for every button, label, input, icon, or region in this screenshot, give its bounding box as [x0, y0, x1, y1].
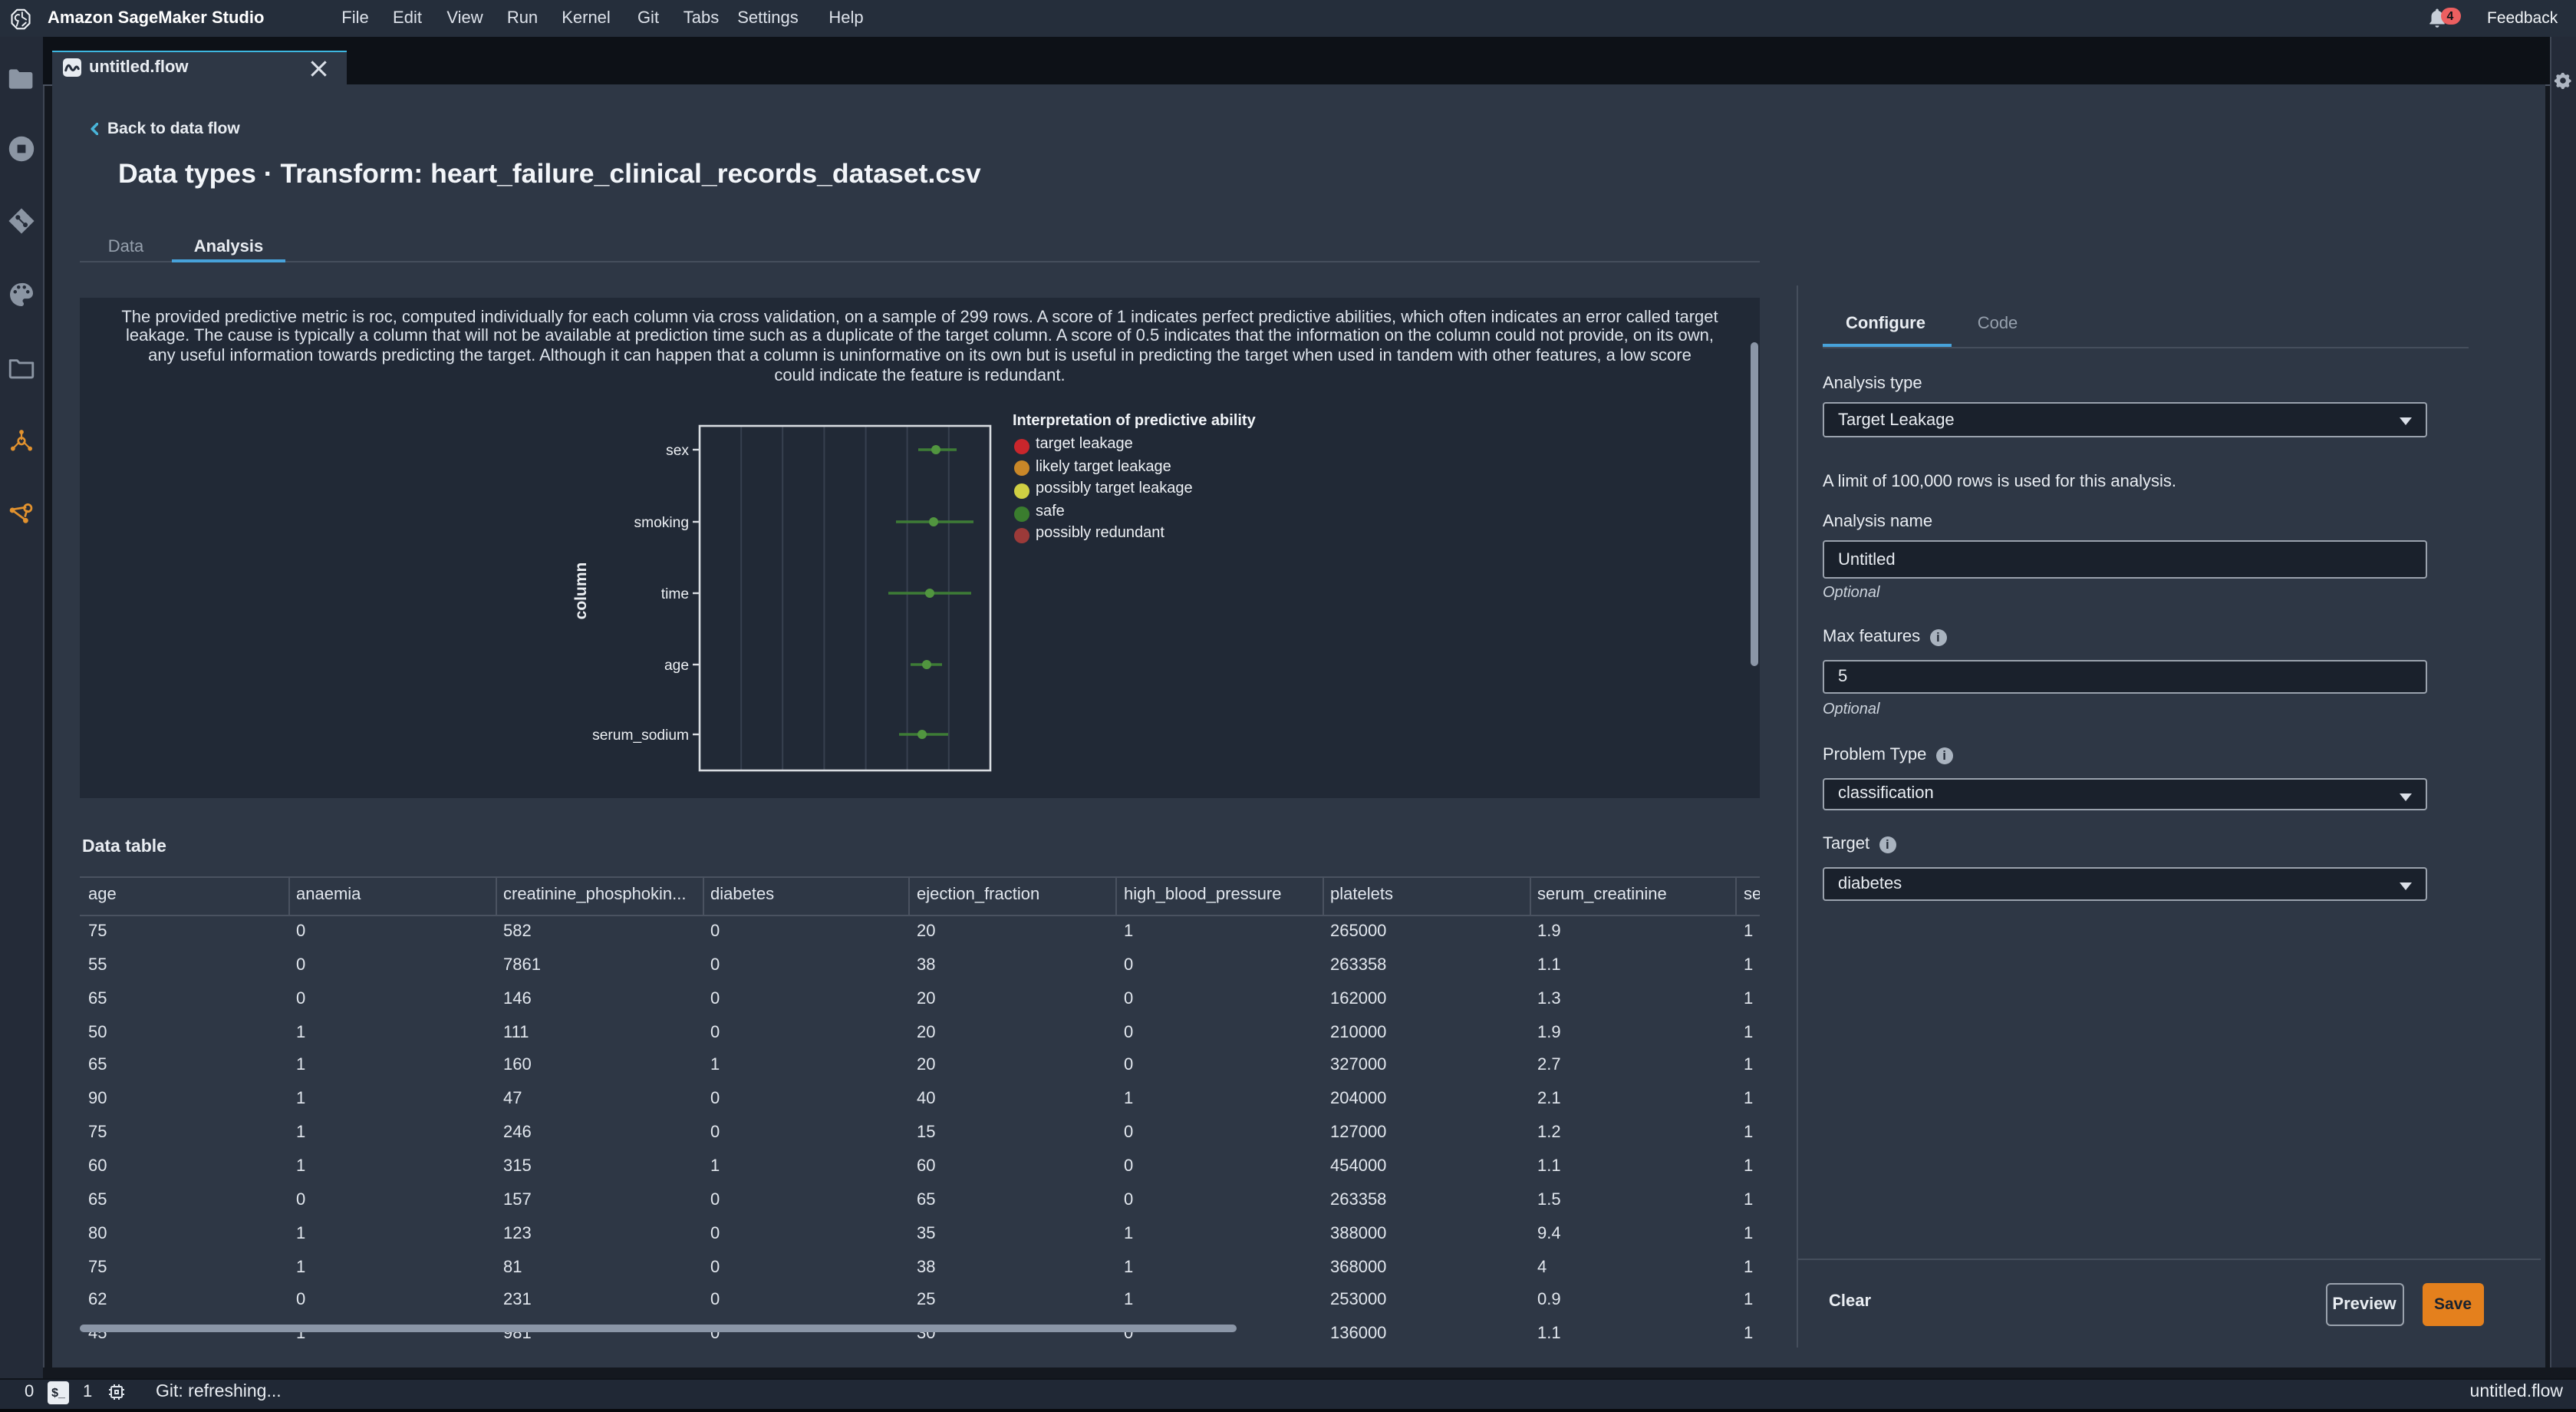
svg-text:age: age: [664, 658, 689, 674]
svg-text:sex: sex: [666, 443, 689, 459]
svg-text:column: column: [572, 562, 590, 620]
svg-text:time: time: [661, 586, 689, 602]
svg-text:smoking: smoking: [634, 515, 689, 531]
svg-text:serum_sodium: serum_sodium: [592, 727, 689, 744]
